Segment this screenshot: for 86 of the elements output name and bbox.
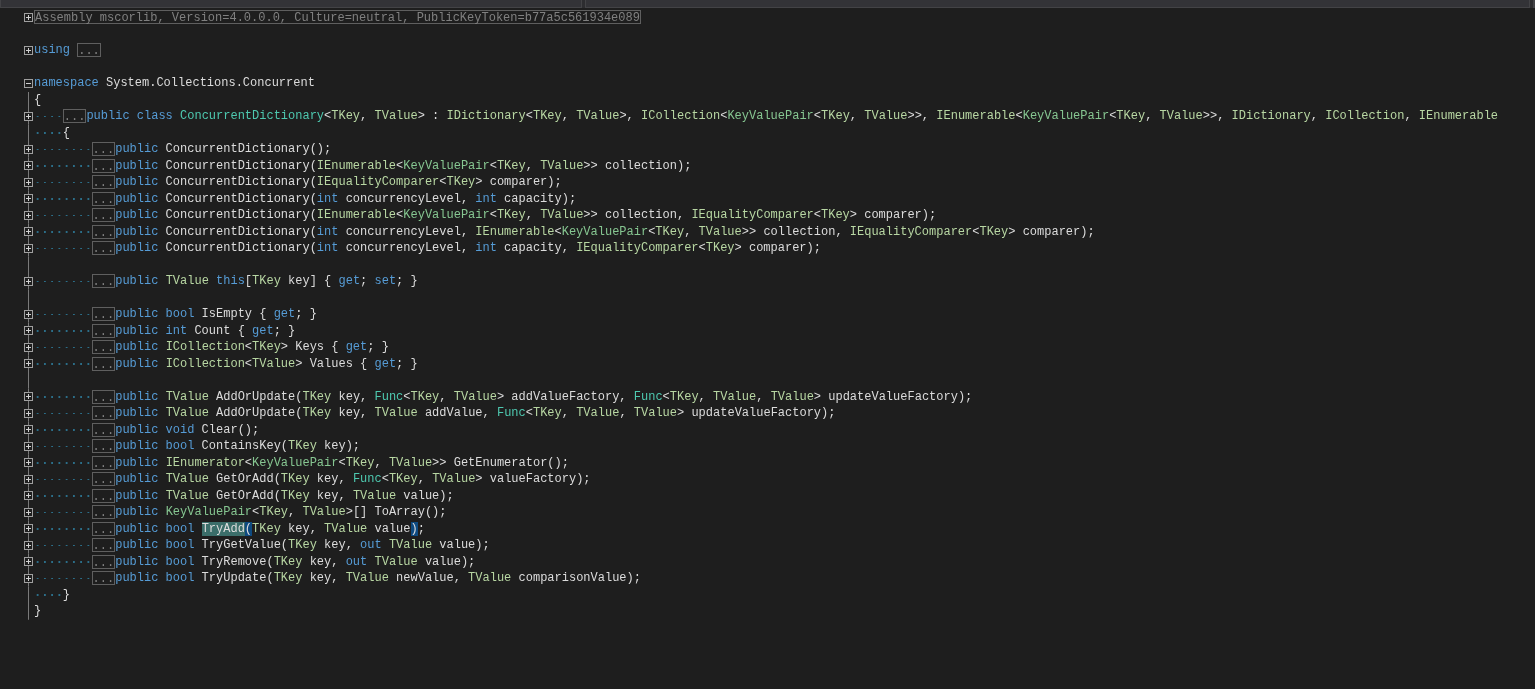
code-text: public TValue AddOrUpdate(TKey key, TValue addValue, Func<TKey, TValue, TValue> updateValueFactory); (115, 405, 836, 422)
collapsed-region[interactable]: ... (91, 406, 116, 421)
collapsed-region[interactable]: ... (91, 488, 116, 503)
code-text: public bool TryGetValue(TKey key, out TValue value); (115, 537, 490, 554)
expand-icon[interactable] (24, 276, 33, 286)
expand-icon[interactable] (24, 227, 33, 237)
expand-icon[interactable] (24, 359, 33, 369)
code-text: public int Count { get; } (115, 322, 296, 339)
code-text: public ICollection<TValue> Values { get; } (115, 355, 418, 372)
expand-icon[interactable] (24, 557, 33, 567)
collapsed-region[interactable]: ... (91, 472, 116, 487)
code-text: public ConcurrentDictionary(); (115, 141, 332, 158)
collapse-icon[interactable] (24, 78, 33, 88)
collapsed-region[interactable]: ... (77, 43, 101, 58)
expand-icon[interactable] (24, 144, 33, 154)
collapsed-region[interactable]: ... (91, 274, 116, 289)
expand-icon[interactable] (24, 161, 33, 171)
expand-icon[interactable] (24, 408, 33, 418)
collapsed-region[interactable]: ... (91, 208, 116, 223)
collapsed-region[interactable]: ... (91, 389, 116, 404)
code-text: public ConcurrentDictionary(int concurrencyLevel, int capacity); (115, 190, 577, 207)
expand-icon[interactable] (24, 309, 33, 319)
code-text: public bool TryUpdate(TKey key, TValue newValue, TValue comparisonValue); (115, 570, 641, 587)
code-text: public bool TryRemove(TKey key, out TValue value); (115, 553, 476, 570)
collapsed-region[interactable]: ... (91, 538, 116, 553)
code-text: public class ConcurrentDictionary<TKey, TValue> : IDictionary<TKey, TValue>, ICollection<KeyValuePair<TKey, TValue>>, IEnumerable<KeyValuePair<TKey, TValue>>, IDictionary, ICollection, IEnumerable (86, 108, 1499, 125)
expand-icon[interactable] (24, 392, 33, 402)
expand-icon[interactable] (24, 474, 33, 484)
expand-icon[interactable] (24, 326, 33, 336)
expand-icon[interactable] (24, 194, 33, 204)
collapsed-region[interactable]: Assembly mscorlib, Version=4.0.0.0, Culture=neutral, PublicKeyToken=b77a5c561934e089 (34, 10, 641, 25)
collapsed-region[interactable]: ... (91, 521, 116, 536)
collapsed-region[interactable]: ... (91, 340, 116, 355)
code-text: public bool TryAdd(TKey key, TValue value); (115, 520, 425, 537)
collapsed-region[interactable]: ... (91, 422, 116, 437)
expand-icon[interactable] (24, 45, 33, 55)
collapsed-region[interactable]: ... (62, 109, 87, 124)
collapsed-region[interactable]: ... (91, 554, 116, 569)
code-text: public ConcurrentDictionary(IEqualityComparer<TKey> comparer); (115, 174, 562, 191)
code-text: public KeyValuePair<TKey, TValue>[] ToArray(); (115, 504, 447, 521)
code-text: } (34, 603, 42, 620)
collapsed-region[interactable]: ... (91, 455, 116, 470)
code-text: public bool ContainsKey(TKey key); (115, 438, 361, 455)
expand-icon[interactable] (24, 491, 33, 501)
collapsed-region[interactable]: ... (91, 224, 116, 239)
expand-icon[interactable] (24, 210, 33, 220)
expand-icon[interactable] (24, 524, 33, 534)
code-text: namespace System.Collections.Concurrent (34, 75, 315, 92)
code-text: public TValue GetOrAdd(TKey key, TValue value); (115, 487, 454, 504)
code-text: public TValue AddOrUpdate(TKey key, Func<TKey, TValue> addValueFactory, Func<TKey, TValue, TValue> updateValueFactory); (115, 388, 973, 405)
expand-icon[interactable] (24, 12, 33, 22)
code-text: public bool IsEmpty { get; } (115, 306, 317, 323)
collapsed-region[interactable]: ... (91, 142, 116, 157)
collapsed-region[interactable]: ... (91, 505, 116, 520)
expand-icon[interactable] (24, 458, 33, 468)
code-text: public void Clear(); (115, 421, 260, 438)
code-text: public ConcurrentDictionary(IEnumerable<KeyValuePair<TKey, TValue>> collection); (115, 157, 692, 174)
code-text: { (62, 124, 70, 141)
collapsed-region[interactable]: ... (91, 158, 116, 173)
code-text: } (62, 586, 70, 603)
collapsed-region[interactable]: ... (91, 241, 116, 256)
code-text: public ConcurrentDictionary(int concurrencyLevel, int capacity, IEqualityComparer<TKey> comparer); (115, 240, 821, 257)
code-text: public ICollection<TKey> Keys { get; } (115, 339, 389, 356)
code-text: public IEnumerator<KeyValuePair<TKey, TValue>> GetEnumerator(); (115, 454, 569, 471)
code-text: public ConcurrentDictionary(int concurrencyLevel, IEnumerable<KeyValuePair<TKey, TValue>> collection, IEqualityComparer<TKey> comparer); (115, 223, 1095, 240)
code-text: using (34, 42, 71, 59)
expand-icon[interactable] (24, 243, 33, 253)
code-text: public TValue GetOrAdd(TKey key, Func<TKey, TValue> valueFactory); (115, 471, 591, 488)
expand-icon[interactable] (24, 540, 33, 550)
expand-icon[interactable] (24, 441, 33, 451)
collapsed-region[interactable]: ... (91, 439, 116, 454)
expand-icon[interactable] (24, 507, 33, 517)
collapsed-region[interactable]: ... (91, 307, 116, 322)
code-text: { (34, 91, 42, 108)
collapsed-region[interactable]: ... (91, 356, 116, 371)
code-text: public ConcurrentDictionary(IEnumerable<KeyValuePair<TKey, TValue>> collection, IEqualityComparer<TKey> comparer); (115, 207, 937, 224)
expand-icon[interactable] (24, 177, 33, 187)
collapsed-region[interactable]: ... (91, 191, 116, 206)
collapsed-region[interactable]: ... (91, 175, 116, 190)
collapsed-region[interactable]: ... (91, 571, 116, 586)
code-text: public TValue this[TKey key] { get; set; } (115, 273, 418, 290)
expand-icon[interactable] (24, 111, 33, 121)
expand-icon[interactable] (24, 573, 33, 583)
expand-icon[interactable] (24, 342, 33, 352)
collapsed-region[interactable]: ... (91, 323, 116, 338)
expand-icon[interactable] (24, 425, 33, 435)
